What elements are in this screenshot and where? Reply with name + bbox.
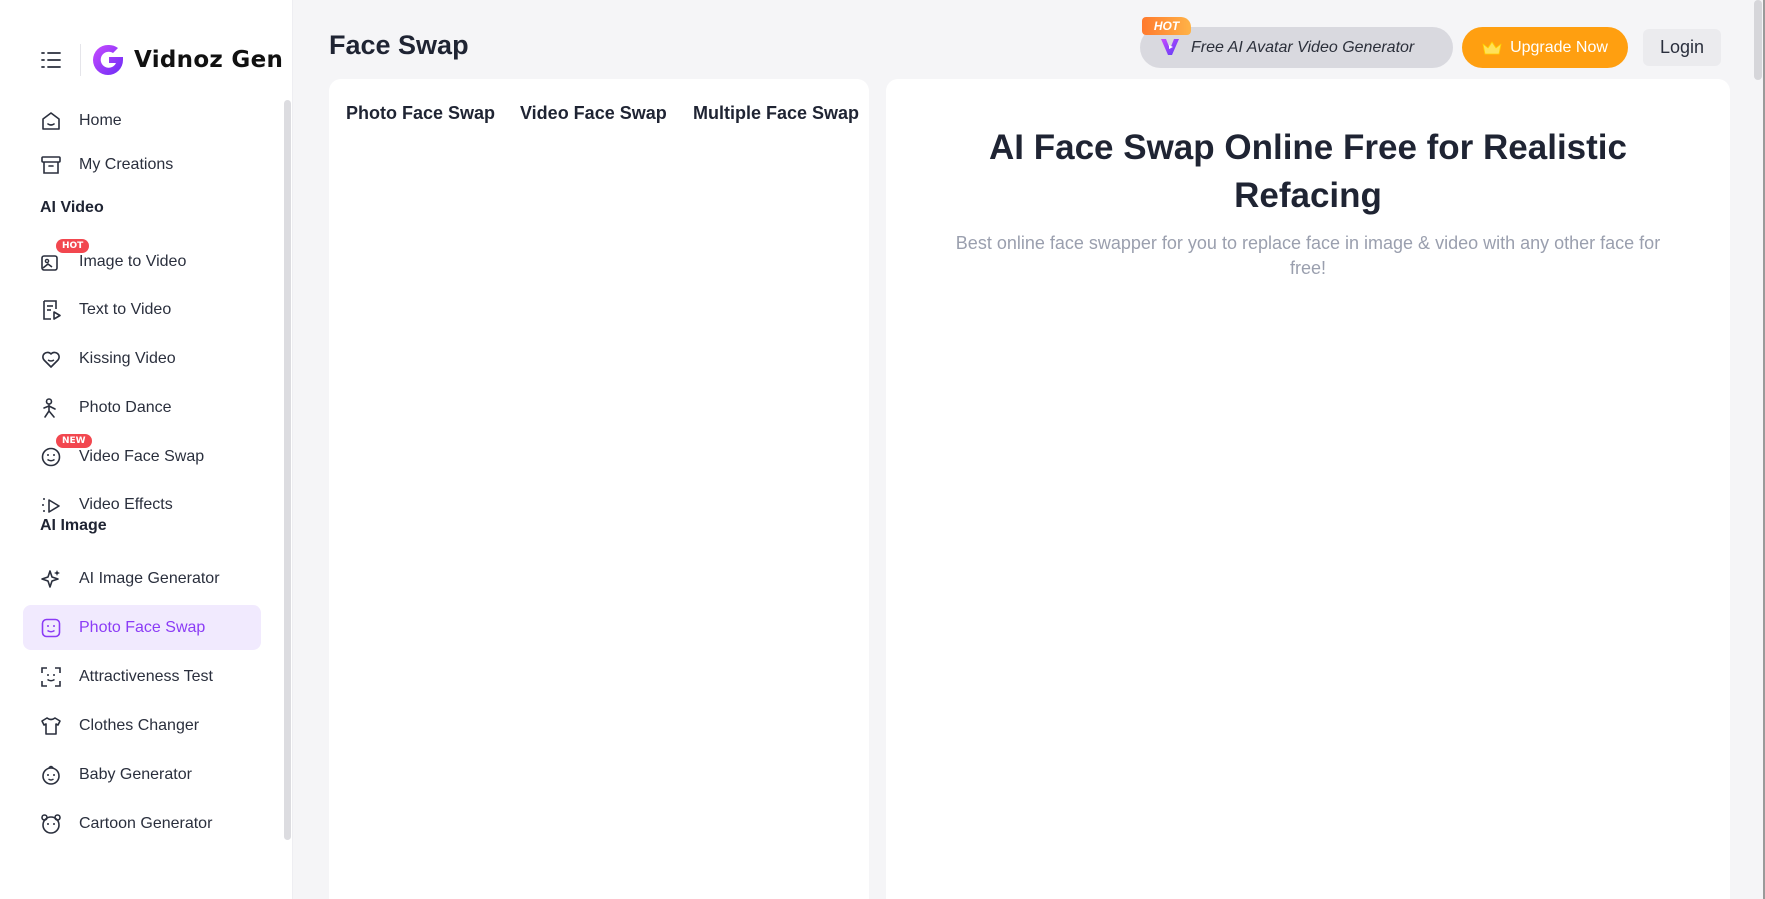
page-title: Face Swap: [329, 30, 469, 60]
sidebar-item-attractiveness-test[interactable]: Attractiveness Test: [23, 654, 261, 699]
sidebar-item-video-face-swap[interactable]: NEW Video Face Swap: [23, 434, 261, 479]
effects-icon: [40, 494, 62, 516]
sidebar-item-kissing-video[interactable]: Kissing Video: [23, 336, 261, 381]
sidebar-item-label: Home: [79, 111, 122, 129]
sidebar-item-my-creations[interactable]: My Creations: [23, 142, 261, 187]
new-badge: NEW: [56, 434, 92, 448]
dance-icon: [40, 397, 62, 419]
sidebar-item-photo-face-swap[interactable]: Photo Face Swap: [23, 605, 261, 650]
sidebar-item-label: Video Effects: [79, 495, 173, 513]
section-ai-image: AI Image: [40, 517, 107, 534]
text-video-icon: [40, 299, 62, 321]
sidebar-item-label: Cartoon Generator: [79, 814, 213, 832]
tab-video-face-swap[interactable]: Video Face Swap: [520, 103, 667, 124]
face-icon: [40, 617, 62, 639]
sidebar: Vidnoz Gen Home My Creations AI Video HO…: [0, 0, 293, 899]
sidebar-item-label: AI Image Generator: [79, 569, 220, 587]
face-swap-video-icon: [40, 446, 62, 468]
sidebar-item-home[interactable]: Home: [23, 98, 261, 143]
cartoon-icon: [40, 813, 62, 835]
sidebar-item-label: Photo Dance: [79, 398, 172, 416]
sidebar-item-label: Kissing Video: [79, 349, 176, 367]
sidebar-item-label: Video Face Swap: [79, 447, 205, 465]
logo[interactable]: Vidnoz Gen: [90, 42, 283, 78]
sparkle-icon: [40, 568, 62, 590]
sidebar-item-label: Text to Video: [79, 300, 172, 318]
sidebar-item-label: Clothes Changer: [79, 716, 200, 734]
sidebar-item-image-to-video[interactable]: HOT Image to Video: [23, 239, 261, 284]
hero-panel: AI Face Swap Online Free for Realistic R…: [886, 79, 1730, 899]
vidnoz-v-icon: [1159, 36, 1181, 58]
hero-subtitle: Best online face swapper for you to repl…: [955, 233, 1661, 278]
image-video-icon: [40, 251, 62, 273]
upgrade-label: Upgrade Now: [1510, 38, 1608, 56]
sidebar-item-label: Attractiveness Test: [79, 667, 213, 685]
sidebar-item-text-to-video[interactable]: Text to Video: [23, 287, 261, 332]
section-ai-video: AI Video: [40, 199, 104, 216]
face-swap-panel: Photo Face Swap Video Face Swap Multiple…: [329, 79, 869, 899]
sidebar-item-label: Baby Generator: [79, 765, 192, 783]
sidebar-item-photo-dance[interactable]: Photo Dance: [23, 385, 261, 430]
main-scrollbar[interactable]: [1754, 0, 1762, 80]
shirt-icon: [40, 715, 62, 737]
menu-icon[interactable]: [40, 49, 62, 71]
hot-badge: HOT: [56, 239, 90, 253]
baby-icon: [40, 764, 62, 786]
brand-name: Vidnoz Gen: [134, 47, 284, 73]
upgrade-button[interactable]: Upgrade Now: [1462, 27, 1628, 68]
logo-mark-icon: [93, 44, 123, 75]
promo-text: Free AI Avatar Video Generator: [1191, 38, 1415, 56]
sidebar-nav: Home My Creations AI Video HOT Image to …: [0, 98, 280, 899]
hero-title: AI Face Swap Online Free for Realistic R…: [989, 128, 1627, 215]
sidebar-header: Vidnoz Gen: [0, 0, 292, 100]
sidebar-item-ai-image-generator[interactable]: AI Image Generator: [23, 556, 261, 601]
tab-photo-face-swap[interactable]: Photo Face Swap: [346, 103, 495, 124]
sidebar-item-label: My Creations: [79, 155, 174, 173]
tab-multiple-face-swap[interactable]: Multiple Face Swap: [693, 103, 859, 124]
sidebar-item-label: Photo Face Swap: [79, 618, 206, 636]
home-icon: [40, 110, 62, 132]
sidebar-item-clothes-changer[interactable]: Clothes Changer: [23, 703, 261, 748]
sidebar-item-cartoon-generator[interactable]: Cartoon Generator: [23, 801, 261, 846]
crown-icon: [1482, 41, 1502, 54]
archive-icon: [40, 154, 62, 176]
kiss-icon: [40, 348, 62, 370]
sidebar-item-baby-generator[interactable]: Baby Generator: [23, 752, 261, 797]
login-button[interactable]: Login: [1643, 29, 1721, 66]
divider: [80, 44, 81, 76]
promo-avatar-generator[interactable]: HOT Free AI Avatar Video Generator: [1140, 17, 1453, 68]
hot-tag: HOT: [1142, 17, 1191, 35]
face-scan-icon: [40, 666, 62, 688]
sidebar-scrollbar[interactable]: [284, 100, 291, 840]
sidebar-item-label: Image to Video: [79, 252, 187, 270]
